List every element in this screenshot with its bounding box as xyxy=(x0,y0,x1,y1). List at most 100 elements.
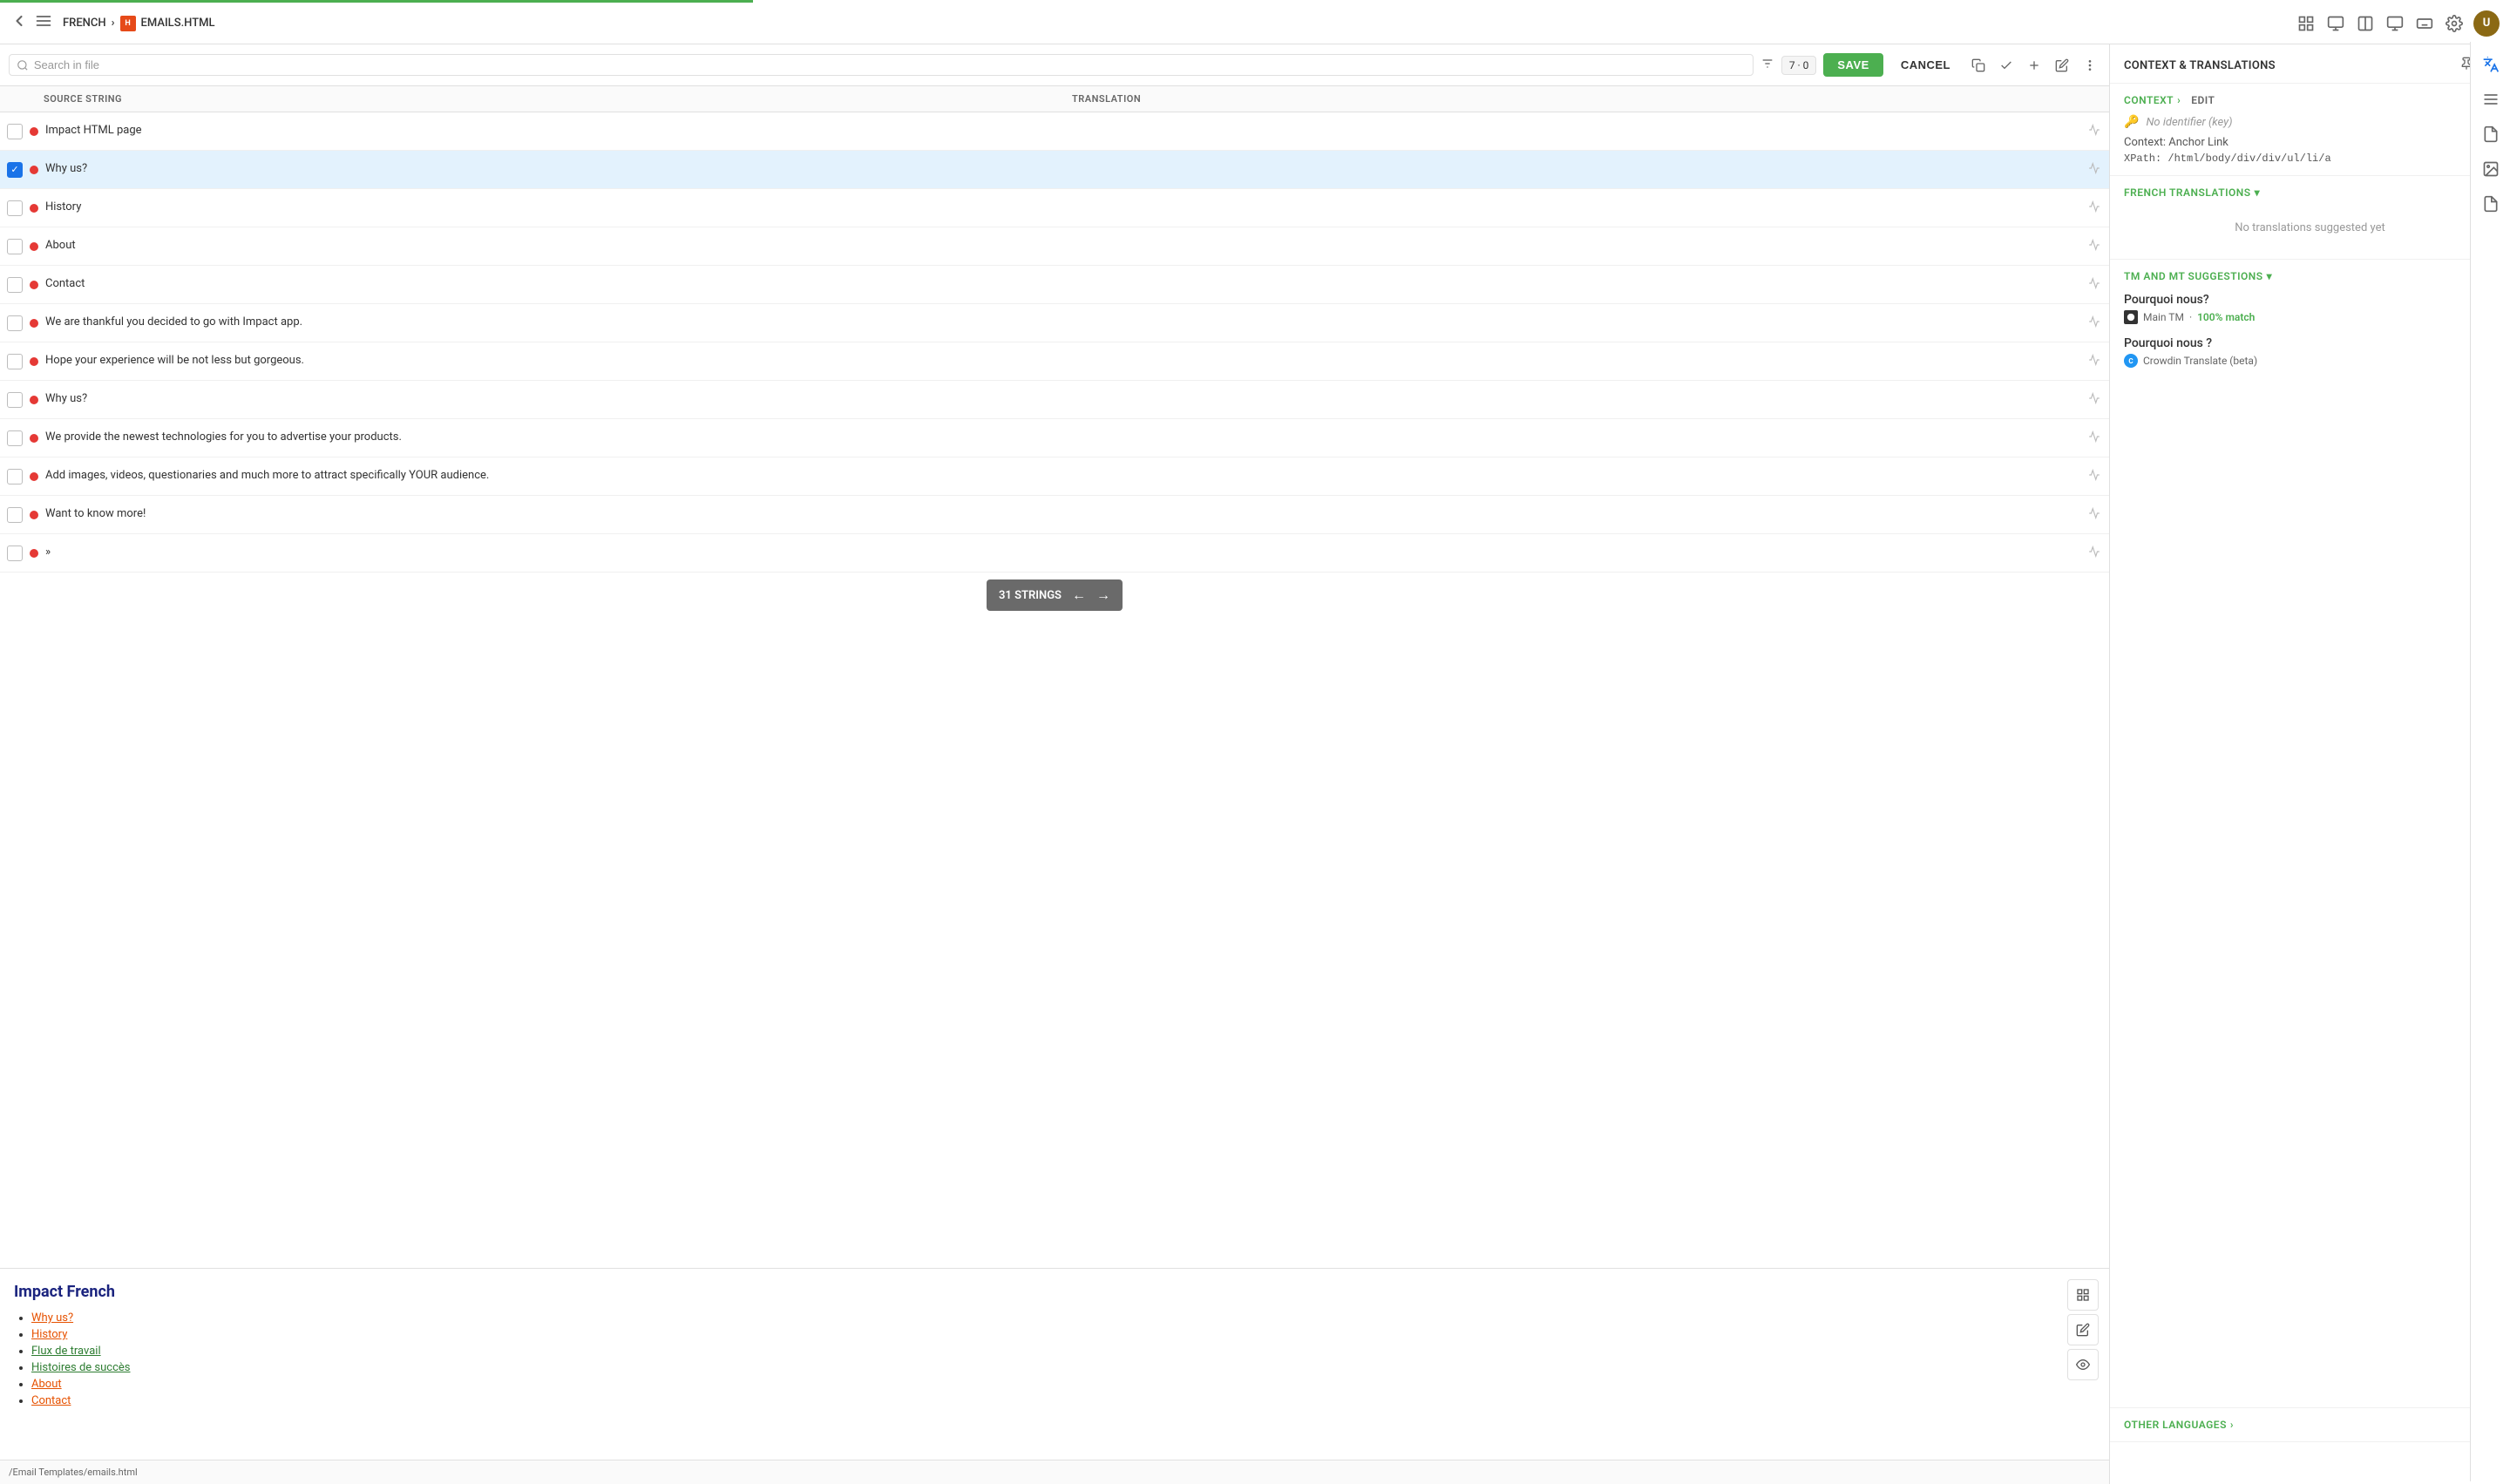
search-input[interactable] xyxy=(34,58,1746,71)
context-tab-label: CONTEXT xyxy=(2124,94,2174,106)
row-checkbox[interactable] xyxy=(7,200,23,216)
preview-eye-button[interactable] xyxy=(2067,1349,2099,1380)
table-row[interactable]: About xyxy=(0,227,2109,266)
row-checkbox[interactable] xyxy=(7,162,23,178)
more-icon[interactable] xyxy=(2079,55,2100,76)
back-button[interactable] xyxy=(10,12,28,34)
add-icon[interactable] xyxy=(2024,55,2045,76)
preview-grid-button[interactable] xyxy=(2067,1279,2099,1311)
row-action-icon[interactable] xyxy=(2088,430,2100,446)
filter-icon[interactable] xyxy=(1760,57,1774,74)
row-checkbox[interactable] xyxy=(7,277,23,293)
sidebar-item-translate[interactable] xyxy=(2475,49,2507,80)
table-row[interactable]: Add images, videos, questionaries and mu… xyxy=(0,457,2109,496)
preview-link-whyus[interactable]: Why us? xyxy=(31,1311,73,1325)
check-icon[interactable] xyxy=(1996,55,2017,76)
row-checkbox[interactable] xyxy=(7,315,23,331)
table-row[interactable]: Contact xyxy=(0,266,2109,304)
preview-panel: Impact French Why us? History Flux de tr… xyxy=(0,1268,2109,1460)
edit-icon[interactable] xyxy=(2052,55,2072,76)
breadcrumb-arrow: › xyxy=(112,17,115,30)
user-avatar[interactable]: U xyxy=(2473,10,2500,37)
row-checkbox[interactable] xyxy=(7,507,23,523)
table-row[interactable]: We are thankful you decided to go with I… xyxy=(0,304,2109,342)
preview-link-history[interactable]: History xyxy=(31,1328,67,1341)
strings-count-label: 31 STRINGS xyxy=(999,589,1062,602)
row-checkbox[interactable] xyxy=(7,430,23,446)
context-nav: CONTEXT › EDIT xyxy=(2124,94,2496,106)
menu-button[interactable] xyxy=(35,12,52,34)
table-row[interactable]: Why us? xyxy=(0,381,2109,419)
status-dot xyxy=(30,127,38,136)
table-row[interactable]: » xyxy=(0,534,2109,573)
row-action-icon[interactable] xyxy=(2088,392,2100,408)
string-text: We are thankful you decided to go with I… xyxy=(45,315,2081,330)
french-translations-caret[interactable]: ▾ xyxy=(2255,186,2261,199)
row-action-icon[interactable] xyxy=(2088,469,2100,485)
suggestion-text-2: Pourquoi nous ? xyxy=(2124,336,2496,350)
topbar-icon-1[interactable] xyxy=(2296,13,2317,34)
other-languages-title[interactable]: OTHER LANGUAGES › xyxy=(2124,1419,2496,1431)
context-tab[interactable]: CONTEXT › xyxy=(2124,94,2181,106)
list-item: Histoires de succès xyxy=(31,1361,2095,1374)
right-side-tabs xyxy=(2470,42,2510,1481)
topbar-icon-3[interactable] xyxy=(2355,13,2376,34)
status-dot xyxy=(30,357,38,366)
row-action-icon[interactable] xyxy=(2088,315,2100,331)
preview-edit-button[interactable] xyxy=(2067,1314,2099,1345)
sidebar-item-file[interactable] xyxy=(2475,188,2507,220)
row-action-icon[interactable] xyxy=(2088,200,2100,216)
save-button[interactable]: SAVE xyxy=(1823,53,1882,77)
tm-suggestions-title: TM AND MT SUGGESTIONS ▾ xyxy=(2124,270,2496,282)
row-checkbox[interactable] xyxy=(7,124,23,139)
row-action-icon[interactable] xyxy=(2088,507,2100,523)
preview-link-about[interactable]: About xyxy=(31,1378,62,1391)
cancel-button[interactable]: CANCEL xyxy=(1890,53,1961,77)
status-dot xyxy=(30,166,38,174)
row-checkbox[interactable] xyxy=(7,354,23,369)
table-row[interactable]: Hope your experience will be not less bu… xyxy=(0,342,2109,381)
edit-tab[interactable]: EDIT xyxy=(2191,94,2215,106)
settings-icon[interactable] xyxy=(2444,13,2465,34)
status-dot xyxy=(30,434,38,443)
table-row[interactable]: We provide the newest technologies for y… xyxy=(0,419,2109,457)
tm-suggestions-caret[interactable]: ▾ xyxy=(2267,270,2273,282)
search-box[interactable] xyxy=(9,54,1754,76)
row-checkbox[interactable] xyxy=(7,469,23,485)
table-row[interactable]: History xyxy=(0,189,2109,227)
sidebar-item-strings[interactable] xyxy=(2475,84,2507,115)
table-row[interactable]: Impact HTML page xyxy=(0,112,2109,151)
row-action-icon[interactable] xyxy=(2088,239,2100,254)
preview-link-fluxtravail[interactable]: Flux de travail xyxy=(31,1345,101,1358)
row-checkbox[interactable] xyxy=(7,545,23,561)
topbar-icon-keyboard[interactable] xyxy=(2414,13,2435,34)
row-checkbox[interactable] xyxy=(7,239,23,254)
row-action-icon[interactable] xyxy=(2088,124,2100,139)
row-checkbox[interactable] xyxy=(7,392,23,408)
row-action-icon[interactable] xyxy=(2088,354,2100,369)
suggestion-source-2: Crowdin Translate (beta) xyxy=(2143,355,2257,367)
suggestion-text: Pourquoi nous? xyxy=(2124,293,2496,307)
table-row[interactable]: Want to know more! xyxy=(0,496,2109,534)
row-action-icon[interactable] xyxy=(2088,162,2100,178)
topbar-icon-4[interactable] xyxy=(2384,13,2405,34)
suggestion-item[interactable]: Pourquoi nous ? C Crowdin Translate (bet… xyxy=(2124,336,2496,368)
table-row[interactable]: Why us? xyxy=(0,151,2109,189)
preview-link-contact[interactable]: Contact xyxy=(31,1394,71,1407)
topbar-icon-2[interactable] xyxy=(2325,13,2346,34)
strings-prev-button[interactable]: ← xyxy=(1072,586,1086,604)
string-text: Contact xyxy=(45,276,2081,292)
file-label: H EMAILS.HTML xyxy=(120,16,215,31)
col-source-header: SOURCE STRING xyxy=(44,93,1072,105)
strings-next-button[interactable]: → xyxy=(1096,586,1110,604)
suggestion-item[interactable]: Pourquoi nous? Main TM · 100% match xyxy=(2124,293,2496,324)
status-dot xyxy=(30,204,38,213)
copy-icon[interactable] xyxy=(1968,55,1989,76)
row-action-icon[interactable] xyxy=(2088,545,2100,561)
right-panel-header: CONTEXT & TRANSLATIONS xyxy=(2110,44,2510,84)
row-action-icon[interactable] xyxy=(2088,277,2100,293)
sidebar-item-document[interactable] xyxy=(2475,119,2507,150)
edit-tab-label: EDIT xyxy=(2191,94,2215,106)
preview-link-histoires[interactable]: Histoires de succès xyxy=(31,1361,131,1374)
sidebar-item-image[interactable] xyxy=(2475,153,2507,185)
